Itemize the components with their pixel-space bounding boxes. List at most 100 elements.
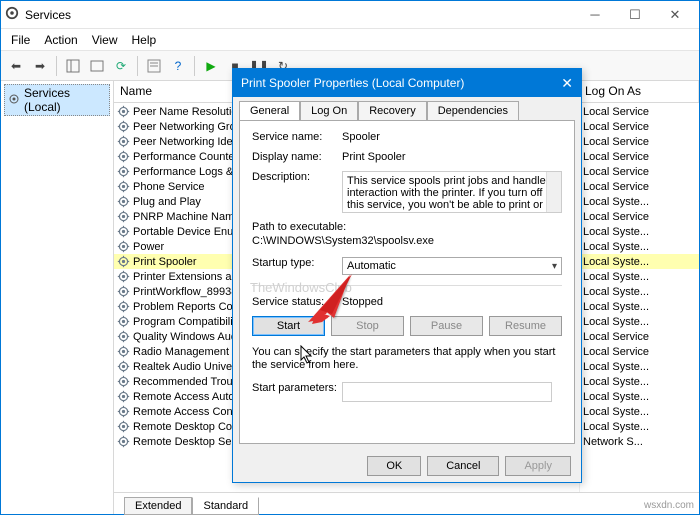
menu-view[interactable]: View	[86, 31, 124, 49]
export-list-button[interactable]	[86, 55, 108, 77]
tree-root-services-local[interactable]: Services (Local)	[4, 84, 110, 116]
maximize-button[interactable]: ☐	[615, 7, 655, 23]
gear-icon	[117, 135, 130, 148]
startup-type-value: Automatic	[347, 260, 396, 272]
dialog-tabs: General Log On Recovery Dependencies	[233, 97, 581, 120]
value-path: C:\WINDOWS\System32\spoolsv.exe	[252, 235, 562, 247]
menu-help[interactable]: Help	[126, 31, 163, 49]
label-display-name: Display name:	[252, 151, 342, 163]
separator	[194, 56, 195, 76]
apply-button: Apply	[505, 456, 571, 476]
separator	[137, 56, 138, 76]
start-service-button[interactable]: ▶	[200, 55, 222, 77]
gear-icon	[117, 255, 130, 268]
service-name: Plug and Play	[133, 196, 201, 208]
help-button[interactable]: ?	[167, 55, 189, 77]
back-button[interactable]: ⬅	[5, 55, 27, 77]
label-startup-type: Startup type:	[252, 257, 342, 269]
service-logon: Network S...	[580, 434, 699, 449]
service-logon: Local Service	[580, 179, 699, 194]
service-name: Phone Service	[133, 181, 205, 193]
properties-button[interactable]	[143, 55, 165, 77]
refresh-button[interactable]: ⟳	[110, 55, 132, 77]
service-logon: Local Service	[580, 149, 699, 164]
stop-button: Stop	[331, 316, 404, 336]
source-url: wsxdn.com	[644, 500, 694, 511]
gear-icon	[117, 240, 130, 253]
service-logon: Local Service	[580, 209, 699, 224]
show-hide-tree-button[interactable]	[62, 55, 84, 77]
resume-button: Resume	[489, 316, 562, 336]
gear-icon	[117, 120, 130, 133]
column-logonas[interactable]: Log On As	[579, 81, 699, 102]
tab-standard[interactable]: Standard	[192, 497, 259, 515]
menu-action[interactable]: Action	[38, 31, 83, 49]
service-logon: Local Service	[580, 344, 699, 359]
tab-extended[interactable]: Extended	[124, 497, 192, 515]
tab-logon[interactable]: Log On	[300, 101, 358, 120]
service-name: Program Compatibilit...	[133, 316, 245, 328]
description-scrollbar[interactable]	[546, 172, 561, 212]
start-button[interactable]: Start	[252, 316, 325, 336]
close-button[interactable]: ✕	[655, 7, 695, 23]
ok-button[interactable]: OK	[367, 456, 421, 476]
tree-pane: Services (Local)	[1, 81, 114, 514]
label-description: Description:	[252, 171, 342, 183]
service-logon: Local Service	[580, 329, 699, 344]
service-logon: Local Syste...	[580, 239, 699, 254]
value-service-name: Spooler	[342, 131, 562, 143]
value-description: This service spools print jobs and handl…	[347, 175, 551, 213]
view-tabs: Extended Standard	[114, 492, 699, 514]
service-logon: Local Syste...	[580, 374, 699, 389]
window-title: Services	[25, 8, 575, 22]
gear-icon	[117, 435, 130, 448]
gear-icon	[117, 270, 130, 283]
gear-icon	[117, 360, 130, 373]
tab-recovery[interactable]: Recovery	[358, 101, 426, 120]
menu-file[interactable]: File	[5, 31, 36, 49]
startup-type-select[interactable]: Automatic ▾	[342, 257, 562, 275]
service-logon: Local Syste...	[580, 254, 699, 269]
minimize-button[interactable]: ─	[575, 7, 615, 22]
gear-icon	[8, 93, 20, 108]
dialog-buttons: OK Cancel Apply	[233, 450, 581, 482]
gear-icon	[117, 195, 130, 208]
hint-text: You can specify the start parameters tha…	[252, 346, 562, 372]
label-service-status: Service status:	[252, 296, 342, 308]
service-logon: Local Service	[580, 104, 699, 119]
gear-icon	[117, 285, 130, 298]
dialog-title: Print Spooler Properties (Local Computer…	[241, 76, 561, 90]
service-name: PrintWorkflow_89938	[133, 286, 237, 298]
gear-icon	[117, 375, 130, 388]
titlebar: Services ─ ☐ ✕	[1, 1, 699, 29]
separator	[56, 56, 57, 76]
chevron-down-icon: ▾	[552, 261, 557, 272]
gear-icon	[117, 345, 130, 358]
gear-icon	[117, 330, 130, 343]
service-logon: Local Syste...	[580, 389, 699, 404]
label-service-name: Service name:	[252, 131, 342, 143]
forward-button[interactable]: ➡	[29, 55, 51, 77]
service-logon: Local Syste...	[580, 269, 699, 284]
service-name: Power	[133, 241, 164, 253]
description-box[interactable]: This service spools print jobs and handl…	[342, 171, 562, 213]
label-start-parameters: Start parameters:	[252, 382, 342, 394]
service-logon: Local Service	[580, 134, 699, 149]
start-parameters-input[interactable]	[342, 382, 552, 402]
gear-icon	[117, 180, 130, 193]
gear-icon	[117, 315, 130, 328]
cancel-button[interactable]: Cancel	[427, 456, 499, 476]
label-path: Path to executable:	[252, 221, 562, 233]
service-logon: Local Syste...	[580, 224, 699, 239]
tab-dependencies[interactable]: Dependencies	[427, 101, 519, 120]
gear-icon	[117, 390, 130, 403]
service-logon: Local Syste...	[580, 404, 699, 419]
tab-general[interactable]: General	[239, 101, 300, 120]
service-logon: Local Syste...	[580, 314, 699, 329]
gear-icon	[117, 300, 130, 313]
dialog-content: Service name: Spooler Display name: Prin…	[239, 120, 575, 444]
dialog-titlebar: Print Spooler Properties (Local Computer…	[233, 69, 581, 97]
gear-icon	[117, 150, 130, 163]
dialog-close-button[interactable]: ✕	[561, 75, 573, 92]
service-logon: Local Service	[580, 164, 699, 179]
